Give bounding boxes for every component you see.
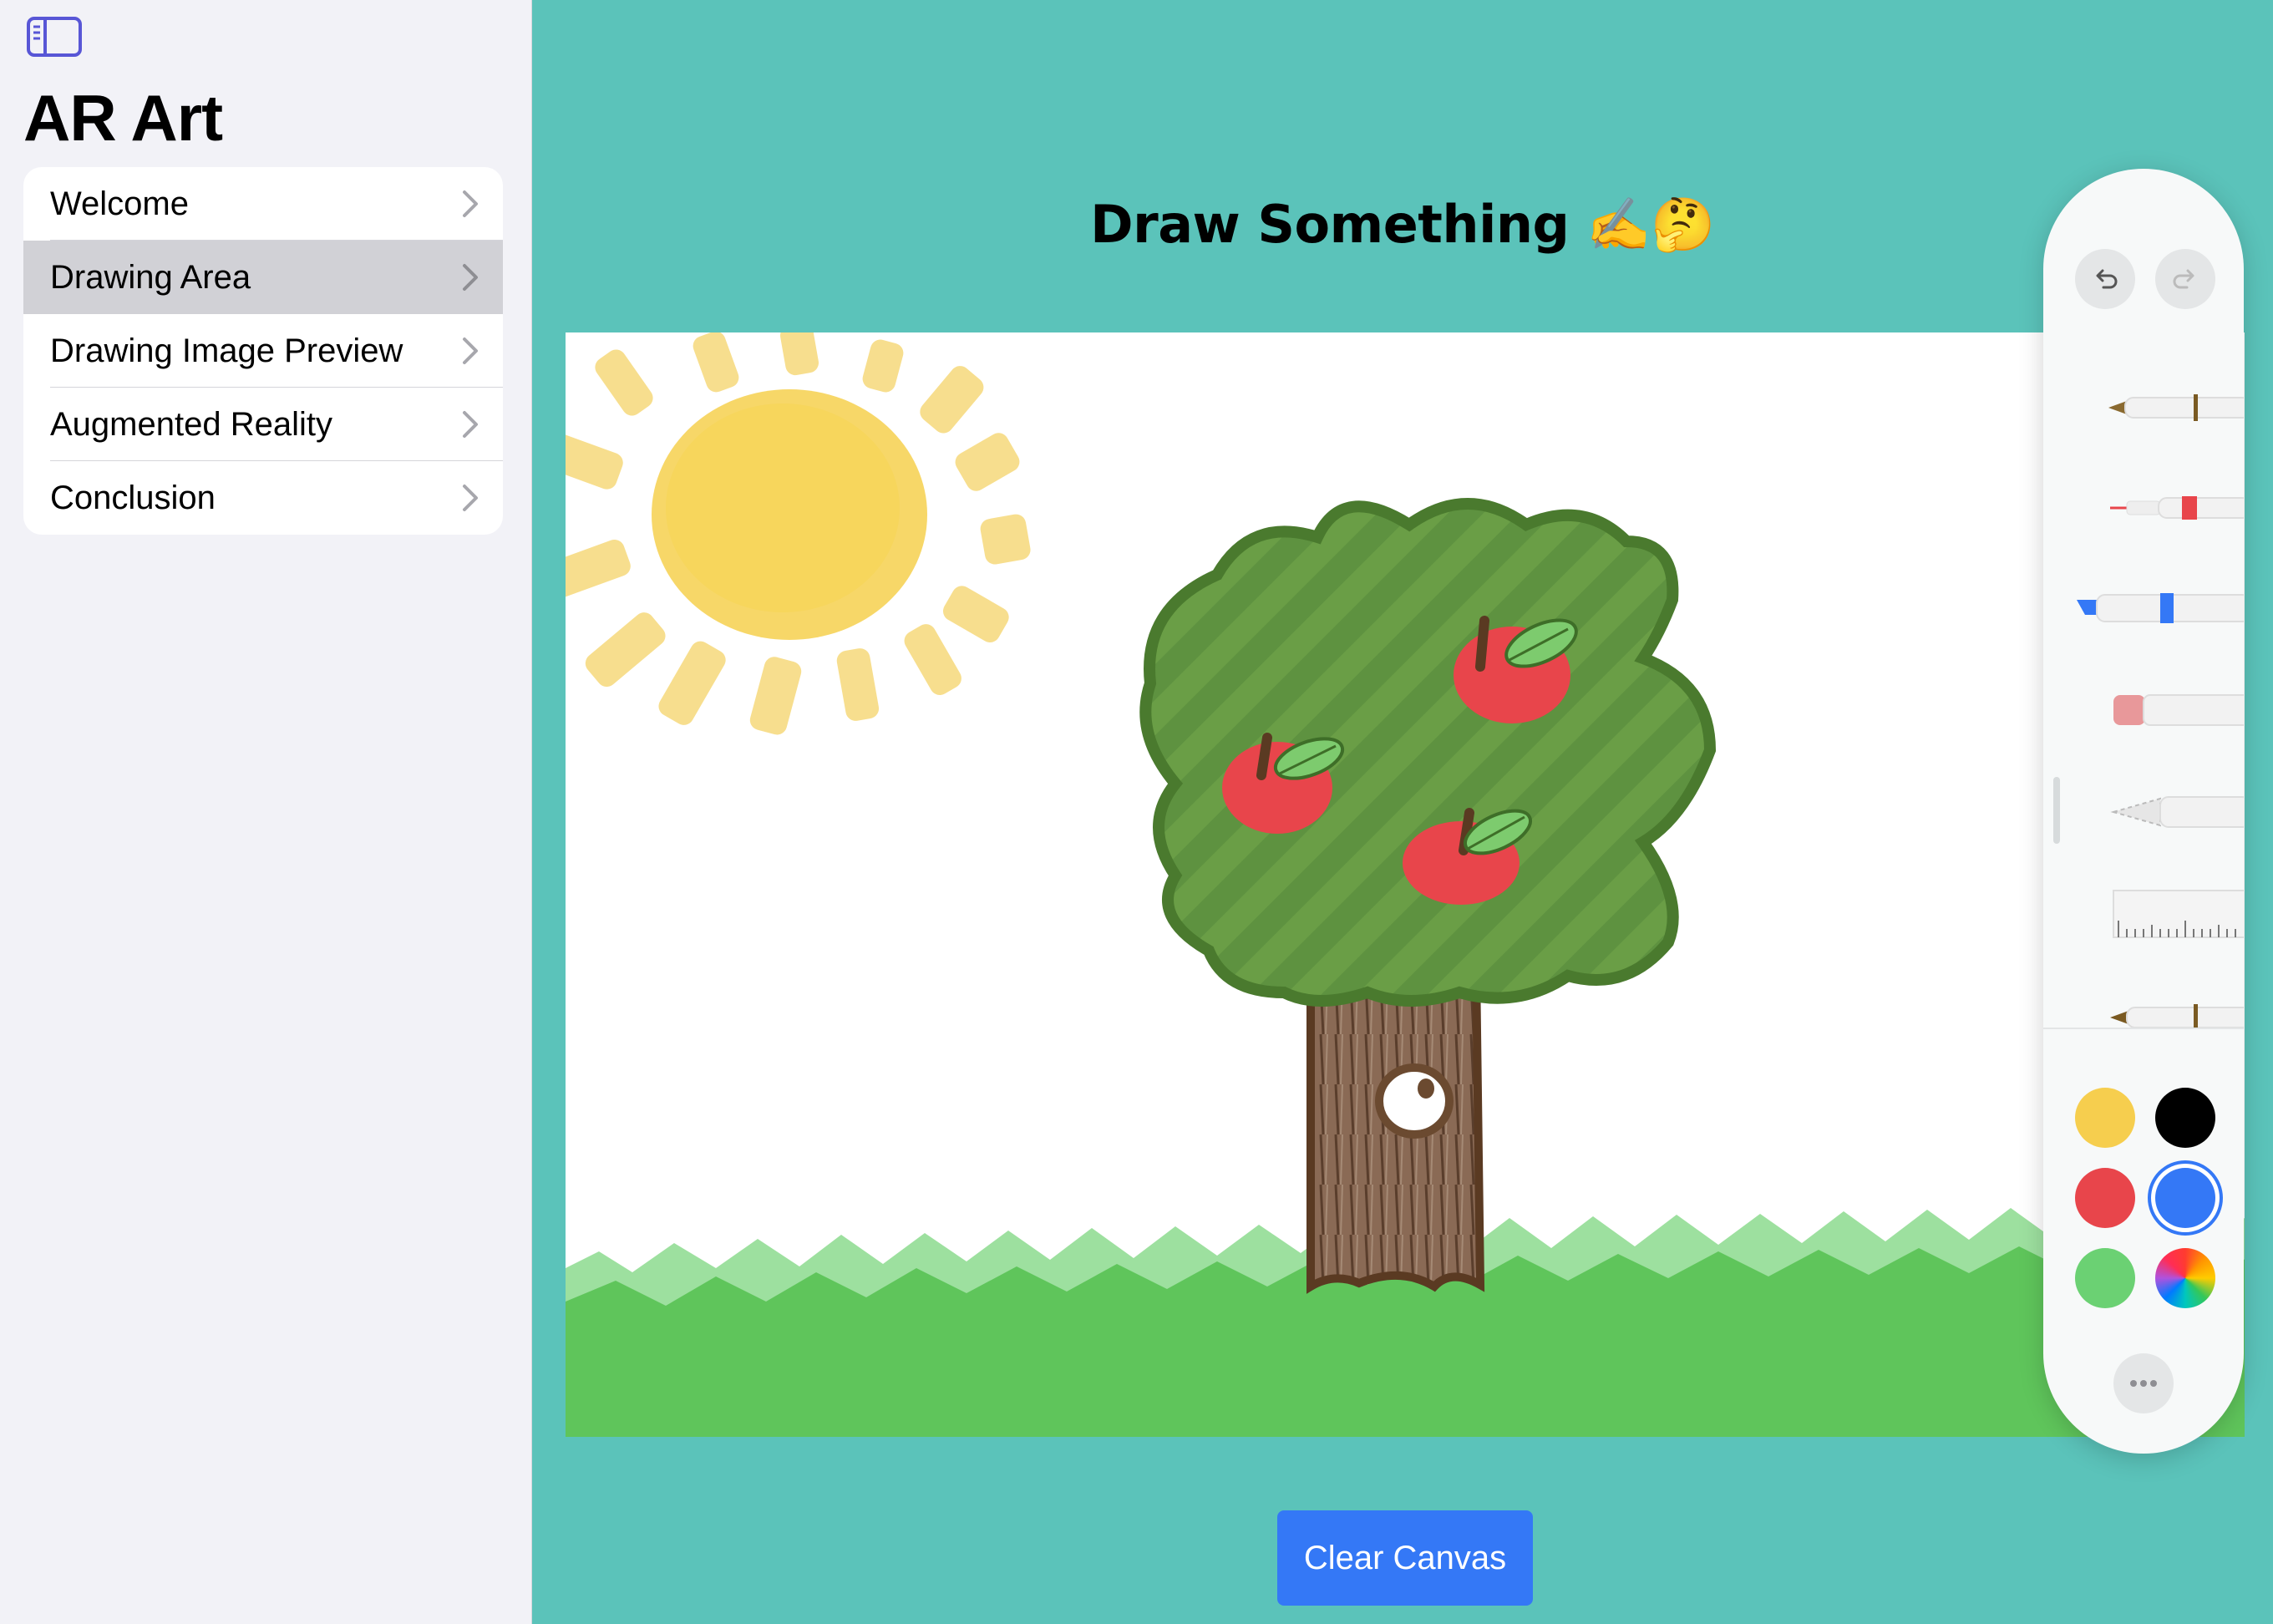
app-title: AR Art [23, 81, 223, 155]
drawing-canvas[interactable] [566, 332, 2245, 1437]
undo-icon[interactable] [2075, 249, 2135, 309]
sidebar-item-welcome[interactable]: Welcome [23, 167, 503, 241]
sidebar-item-label: Drawing Area [50, 258, 251, 296]
clear-canvas-button[interactable]: Clear Canvas [1277, 1510, 1533, 1606]
sidebar: AR Art Welcome Drawing Area Drawing Imag… [0, 0, 532, 1624]
page-title: Draw Something ✍️🤔 [1090, 194, 1715, 255]
color-swatch-green[interactable] [2075, 1248, 2135, 1308]
drag-handle[interactable] [2053, 777, 2060, 844]
color-swatch-yellow[interactable] [2075, 1088, 2135, 1148]
sidebar-toggle-icon[interactable] [25, 15, 84, 58]
sidebar-item-label: Conclusion [50, 479, 216, 516]
sidebar-item-augmented-reality[interactable]: Augmented Reality [23, 388, 503, 461]
sidebar-nav-list: Welcome Drawing Area Drawing Image Previ… [23, 167, 503, 535]
color-picker-icon[interactable] [2155, 1248, 2215, 1308]
color-swatch-red[interactable] [2075, 1168, 2135, 1228]
sidebar-item-label: Drawing Image Preview [50, 332, 403, 369]
ruler-tool-icon[interactable] [2077, 879, 2244, 946]
more-icon[interactable] [2113, 1353, 2174, 1413]
fineliner-tool-icon[interactable] [2077, 478, 2244, 536]
sidebar-item-conclusion[interactable]: Conclusion [23, 461, 503, 535]
sidebar-item-label: Welcome [50, 185, 189, 222]
chevron-right-icon [463, 190, 478, 217]
tree-canopy-drawing [1139, 498, 1717, 1007]
chevron-right-icon [463, 264, 478, 291]
chevron-right-icon [463, 485, 478, 511]
sun-drawing [566, 332, 1031, 735]
pen-tool-icon[interactable] [2077, 378, 2244, 436]
marker-tool-icon[interactable] [2077, 578, 2244, 637]
sidebar-item-label: Augmented Reality [50, 405, 332, 443]
palette-divider [2043, 1028, 2244, 1029]
redo-icon[interactable] [2155, 249, 2215, 309]
sidebar-item-drawing-area[interactable]: Drawing Area [23, 241, 503, 314]
pencil-tool-icon[interactable] [2077, 987, 2244, 1028]
chevron-right-icon [463, 411, 478, 438]
tree-trunk-drawing [1306, 963, 1485, 1294]
color-swatch-blue[interactable] [2155, 1168, 2215, 1228]
eraser-tool-icon[interactable] [2077, 678, 2244, 737]
sidebar-item-drawing-image-preview[interactable]: Drawing Image Preview [23, 314, 503, 388]
tool-palette [2043, 169, 2244, 1454]
lasso-tool-icon[interactable] [2077, 779, 2244, 837]
color-swatch-black[interactable] [2155, 1088, 2215, 1148]
main-content: Draw Something ✍️🤔 Clear Canvas [532, 0, 2273, 1624]
chevron-right-icon [463, 337, 478, 364]
